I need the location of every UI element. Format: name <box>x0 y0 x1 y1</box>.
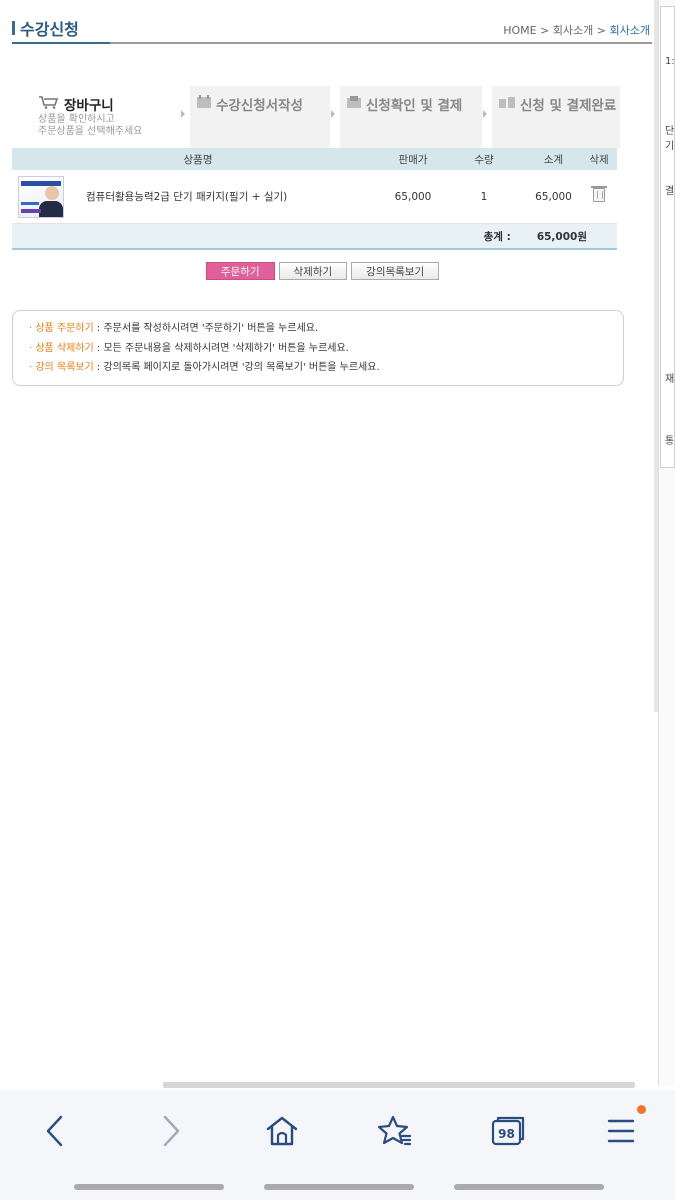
help-text: : 강의목록 페이지로 돌아가시려면 '강의 목록보기' 버튼을 누르세요. <box>93 362 380 373</box>
help-line-delete: · 상품 삭제하기 : 모든 주문내용을 삭제하시려면 '삭제하기' 버튼을 누… <box>29 341 623 361</box>
side-text: 1:1 <box>665 56 675 67</box>
breadcrumb-section[interactable]: 회사소개 <box>553 24 593 37</box>
column-header-subtotal: 소계 <box>543 153 564 166</box>
step-confirm-label: 신청확인 및 결제 <box>366 98 463 114</box>
column-header-price: 판매가 <box>398 153 428 166</box>
side-text: 통 <box>665 436 675 447</box>
horizontal-scrollbar[interactable] <box>163 1082 635 1088</box>
cart-table: 상품명 판매가 수량 소계 삭제 컴퓨터활용능력2급 단기 패키지(필기 + 실… <box>12 148 617 250</box>
step-application: 수강신청서작성 <box>190 86 330 148</box>
breadcrumb-separator: > <box>593 24 610 37</box>
notification-badge <box>637 1105 646 1114</box>
help-text: : 주문서를 작성하시려면 '주문하기' 버튼을 누르세요. <box>93 323 319 334</box>
side-text: 재 <box>665 374 675 385</box>
column-header-qty: 수량 <box>474 153 494 166</box>
step-cart: 장바구니 상품을 확인하시고 주문상품을 선택해주세요 <box>12 86 180 148</box>
step-application-head: 수강신청서작성 <box>196 94 303 114</box>
help-key: 강의 목록보기 <box>35 362 94 373</box>
step-cart-label: 장바구니 <box>64 98 114 114</box>
product-price: 65,000 <box>394 190 432 203</box>
cart-table-header: 상품명 판매가 수량 소계 삭제 <box>12 148 617 170</box>
order-steps: 장바구니 상품을 확인하시고 주문상품을 선택해주세요 수강신청서작성 신청확인… <box>12 86 620 148</box>
breadcrumb-home[interactable]: HOME <box>503 24 536 37</box>
step-cart-head: 장바구니 <box>38 94 114 114</box>
step-cart-description: 상품을 확인하시고 주문상품을 선택해주세요 <box>38 114 142 138</box>
step-arrow <box>330 86 340 148</box>
trash-icon[interactable] <box>591 186 607 202</box>
help-key: 상품 주문하기 <box>35 323 94 334</box>
help-key: 상품 삭제하기 <box>35 342 94 354</box>
forward-icon[interactable] <box>153 1113 189 1149</box>
step-confirm: 신청확인 및 결제 <box>340 86 482 148</box>
help-line-order: · 상품 주문하기 : 주문서를 작성하시려면 '주문하기' 버튼을 누르세요. <box>29 321 623 341</box>
help-line-list: · 강의 목록보기 : 강의목록 페이지로 돌아가시려면 '강의 목록보기' 버… <box>29 360 623 380</box>
product-subtotal: 65,000 <box>535 190 572 203</box>
page-title-wrap: 수강신청 <box>12 16 79 40</box>
form-icon <box>196 95 212 113</box>
order-button[interactable]: 주문하기 <box>205 262 275 280</box>
cart-item-name-cell: 컴퓨터활용능력2급 단기 패키지(필기 + 실기) <box>12 175 384 218</box>
total-label: 총계 : <box>483 230 511 243</box>
menu-icon[interactable] <box>603 1113 639 1149</box>
step-complete-label: 신청 및 결제완료 <box>520 98 617 114</box>
step-complete: 신청 및 결제완료 <box>492 86 620 148</box>
title-marker <box>12 21 15 35</box>
product-quantity: 1 <box>480 190 488 203</box>
breadcrumb-current: 회사소개 <box>609 24 650 37</box>
cart-total-row: 총계 : 65,000원 <box>12 224 617 250</box>
total-value: 65,000원 <box>536 230 587 243</box>
column-header-delete: 삭제 <box>589 153 609 166</box>
delete-item-cell <box>581 186 617 205</box>
gesture-bar-right[interactable] <box>454 1184 604 1190</box>
product-name[interactable]: 컴퓨터활용능력2급 단기 패키지(필기 + 실기) <box>86 189 287 204</box>
step-complete-head: 신청 및 결제완료 <box>498 94 616 114</box>
help-box: · 상품 주문하기 : 주문서를 작성하시려면 '주문하기' 버튼을 누르세요.… <box>12 310 624 386</box>
side-text: 결 <box>665 186 675 197</box>
page-header: 수강신청 HOME > 회사소개 > 회사소개 <box>12 14 652 44</box>
gift-icon <box>498 95 516 113</box>
tabs-icon[interactable]: 98 <box>490 1113 526 1149</box>
payment-icon <box>346 95 362 113</box>
delete-button[interactable]: 삭제하기 <box>278 262 348 280</box>
gesture-bar-left[interactable] <box>74 1184 224 1190</box>
table-row: 컴퓨터활용능력2급 단기 패키지(필기 + 실기) 65,000 1 65,00… <box>12 170 617 224</box>
page-title: 수강신청 <box>20 20 79 39</box>
breadcrumb-separator: > <box>536 24 553 37</box>
cart-icon <box>38 95 60 113</box>
side-panel-box <box>660 6 675 468</box>
column-header-name: 상품명 <box>183 153 213 166</box>
tab-count: 98 <box>498 1127 515 1141</box>
bookmarks-icon[interactable] <box>377 1113 413 1149</box>
gesture-bar-center[interactable] <box>264 1184 414 1190</box>
side-text: 단기 <box>665 126 675 152</box>
help-text: : 모든 주문내용을 삭제하시려면 '삭제하기' 버튼을 누르세요. <box>93 342 349 354</box>
cart-actions: 주문하기 삭제하기 강의목록보기 <box>0 262 640 280</box>
step-cart-desc-line2: 주문상품을 선택해주세요 <box>38 126 143 137</box>
step-arrow <box>180 86 190 148</box>
step-confirm-head: 신청확인 및 결제 <box>346 94 462 114</box>
step-arrow <box>482 86 492 148</box>
step-application-label: 수강신청서작성 <box>216 98 303 114</box>
product-thumbnail[interactable] <box>18 175 64 218</box>
home-icon[interactable] <box>264 1113 300 1149</box>
course-list-button[interactable]: 강의목록보기 <box>351 262 440 280</box>
header-divider-accent <box>12 42 110 44</box>
step-cart-desc-line1: 상품을 확인하시고 <box>38 114 115 125</box>
breadcrumb: HOME > 회사소개 > 회사소개 <box>503 22 650 38</box>
back-icon[interactable] <box>37 1113 73 1149</box>
